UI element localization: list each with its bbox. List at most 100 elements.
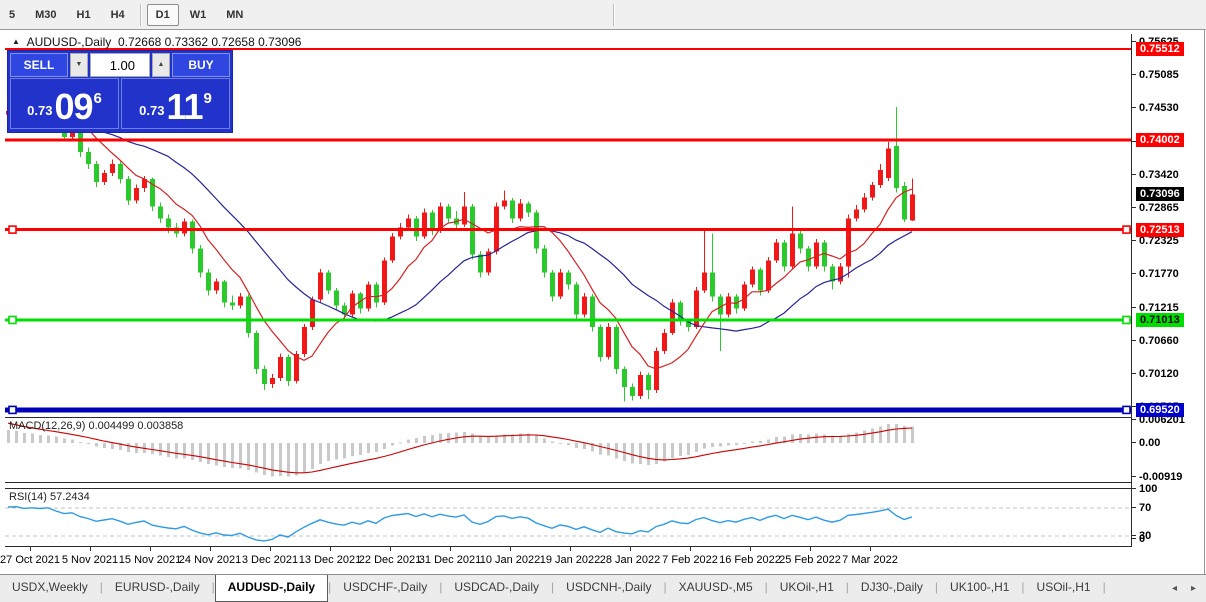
- buy-quote[interactable]: 0.73 11 9: [121, 78, 230, 129]
- tab-scroll-left-icon[interactable]: ◂: [1172, 583, 1177, 594]
- date-tick: [150, 547, 151, 551]
- date-tick: [390, 547, 391, 551]
- date-label: 19 Jan 2022: [539, 554, 601, 566]
- hline-handle[interactable]: [8, 315, 17, 325]
- sell-price-pipette: 6: [93, 90, 102, 107]
- date-label: 13 Dec 2021: [298, 554, 362, 566]
- buy-price-big: 11: [166, 86, 203, 127]
- hline-handle[interactable]: [1122, 225, 1131, 234]
- macd-values: 0.004499 0.003858: [88, 420, 184, 432]
- date-label: 25 Feb 2022: [779, 554, 841, 566]
- date-label: 16 Feb 2022: [719, 554, 781, 566]
- timeframe-button-h1[interactable]: H1: [68, 4, 100, 26]
- date-label: 3 Dec 2021: [241, 554, 299, 566]
- tab-scroll-right-icon[interactable]: ▸: [1191, 583, 1196, 594]
- rsi-indicator-canvas[interactable]: [5, 488, 1131, 546]
- volume-decrease-button[interactable]: ▼: [70, 53, 88, 77]
- date-tick: [750, 547, 751, 551]
- date-tick: [90, 547, 91, 551]
- current-price-badge: 0.73096: [1136, 187, 1184, 202]
- date-label: 5 Nov 2021: [61, 554, 119, 566]
- rsi-label: RSI(14) 57.2434: [9, 491, 90, 503]
- rsi-value: 57.2434: [49, 491, 90, 503]
- timeframe-button-w1[interactable]: W1: [181, 4, 216, 26]
- sell-button[interactable]: SELL: [10, 53, 68, 77]
- date-tick: [270, 547, 271, 551]
- level-price-badge: 0.69520: [1136, 402, 1184, 417]
- level-price-badge: 0.71013: [1136, 312, 1184, 327]
- date-tick: [330, 547, 331, 551]
- timeframe-button-h4[interactable]: H4: [102, 4, 134, 26]
- price-tick: 0.71770: [1132, 268, 1204, 281]
- level-price-badge: 0.72513: [1136, 222, 1184, 237]
- date-label: 15 Nov 2021: [118, 554, 182, 566]
- chart-tab-usdx-weekly[interactable]: USDX,Weekly: [0, 575, 100, 602]
- date-label: 10 Jan 2022: [479, 554, 541, 566]
- chart-tab-usdchf-daily[interactable]: USDCHF-,Daily: [331, 575, 439, 602]
- price-tick: 0.72325: [1132, 235, 1204, 248]
- rsi-axis-tick: 0: [1132, 533, 1204, 546]
- buy-price-prefix: 0.73: [139, 103, 165, 118]
- sell-quote[interactable]: 0.73 09 6: [10, 78, 119, 129]
- chart-tab-ukoil-h1[interactable]: UKOil-,H1: [768, 575, 846, 602]
- price-tick: 0.73420: [1132, 169, 1204, 182]
- date-tick: [690, 547, 691, 551]
- timeframe-button-d1[interactable]: D1: [146, 3, 179, 26]
- macd-axis-tick: 0.00: [1132, 437, 1204, 450]
- timeframe-button-m30[interactable]: M30: [26, 4, 65, 26]
- collapse-triangle-icon[interactable]: ▲: [12, 37, 20, 46]
- date-tick: [450, 547, 451, 551]
- date-label: 7 Feb 2022: [662, 554, 718, 566]
- buy-button[interactable]: BUY: [172, 53, 230, 77]
- hline-handle[interactable]: [8, 405, 17, 415]
- chart-tab-usoil-h1[interactable]: USOil-,H1: [1025, 575, 1103, 602]
- rsi-axis-tick: 70: [1132, 502, 1204, 515]
- hline-handle[interactable]: [1122, 315, 1131, 325]
- chart-tab-dj30-daily[interactable]: DJ30-,Daily: [849, 575, 935, 602]
- timeframe-button-5[interactable]: 5: [0, 4, 24, 26]
- date-label: 22 Dec 2021: [358, 554, 422, 566]
- level-price-badge: 0.75512: [1136, 41, 1184, 56]
- price-tick: 0.72865: [1132, 202, 1204, 215]
- tab-scroll-controls: ◂ ▸: [1172, 575, 1206, 602]
- chart-window: ▲ AUDUSD-,Daily 0.72668 0.73362 0.72658 …: [0, 29, 1205, 575]
- chart-tab-eurusd-daily[interactable]: EURUSD-,Daily: [103, 575, 212, 602]
- chart-tab-xauusd-m5[interactable]: XAUUSD-,M5: [667, 575, 765, 602]
- macd-label: MACD(12,26,9) 0.004499 0.003858: [9, 420, 184, 432]
- date-tick: [30, 547, 31, 551]
- price-axis[interactable]: 0.756250.750850.745300.739750.734200.728…: [1132, 30, 1204, 547]
- chart-tab-usdcad-daily[interactable]: USDCAD-,Daily: [442, 575, 551, 602]
- tab-separator: |: [1102, 580, 1106, 594]
- price-tick: 0.70660: [1132, 335, 1204, 348]
- timeframe-toolbar: 5 M30 H1 H4 D1 W1 MN: [0, 0, 1206, 30]
- chart-tab-usdcnh-daily[interactable]: USDCNH-,Daily: [554, 575, 663, 602]
- chart-tab-bar: USDX,Weekly | EURUSD-,Daily | AUDUSD-,Daily |…: [0, 574, 1206, 602]
- date-label: 31 Dec 2021: [418, 554, 482, 566]
- hline-handle[interactable]: [8, 225, 17, 234]
- timeframe-button-mn[interactable]: MN: [217, 4, 252, 26]
- price-tick: 0.70120: [1132, 368, 1204, 381]
- date-tick: [630, 547, 631, 551]
- sell-price-big: 09: [54, 86, 93, 127]
- sell-price-prefix: 0.73: [27, 103, 53, 118]
- volume-increase-button[interactable]: ▲: [152, 53, 170, 77]
- volume-input[interactable]: [90, 53, 150, 77]
- level-price-badge: 0.74002: [1136, 132, 1184, 147]
- date-tick: [570, 547, 571, 551]
- chart-tab-audusd-daily[interactable]: AUDUSD-,Daily: [214, 575, 329, 602]
- hline-handle[interactable]: [1122, 405, 1131, 415]
- chart-ohlc-values: 0.72668 0.73362 0.72658 0.73096: [117, 35, 302, 49]
- date-axis: 27 Oct 2021 5 Nov 2021 15 Nov 2021 24 Nov 2…: [0, 547, 1131, 574]
- date-label: 24 Nov 2021: [178, 554, 242, 566]
- rsi-axis-tick: 100: [1132, 483, 1204, 496]
- date-tick: [510, 547, 511, 551]
- date-label: 7 Mar 2022: [842, 554, 898, 566]
- mt4-terminal: { "toolbar": { "timeframes": [ {"label":…: [0, 0, 1206, 602]
- date-tick: [870, 547, 871, 551]
- date-label: 28 Jan 2022: [599, 554, 661, 566]
- date-tick: [810, 547, 811, 551]
- price-tick: 0.74530: [1132, 102, 1204, 115]
- one-click-trading-panel: SELL ▼ ▲ BUY 0.73 09 6 0.73 11 9: [8, 51, 232, 132]
- chart-tab-uk100-h1[interactable]: UK100-,H1: [938, 575, 1021, 602]
- chart-title: ▲ AUDUSD-,Daily 0.72668 0.73362 0.72658 …: [12, 35, 301, 49]
